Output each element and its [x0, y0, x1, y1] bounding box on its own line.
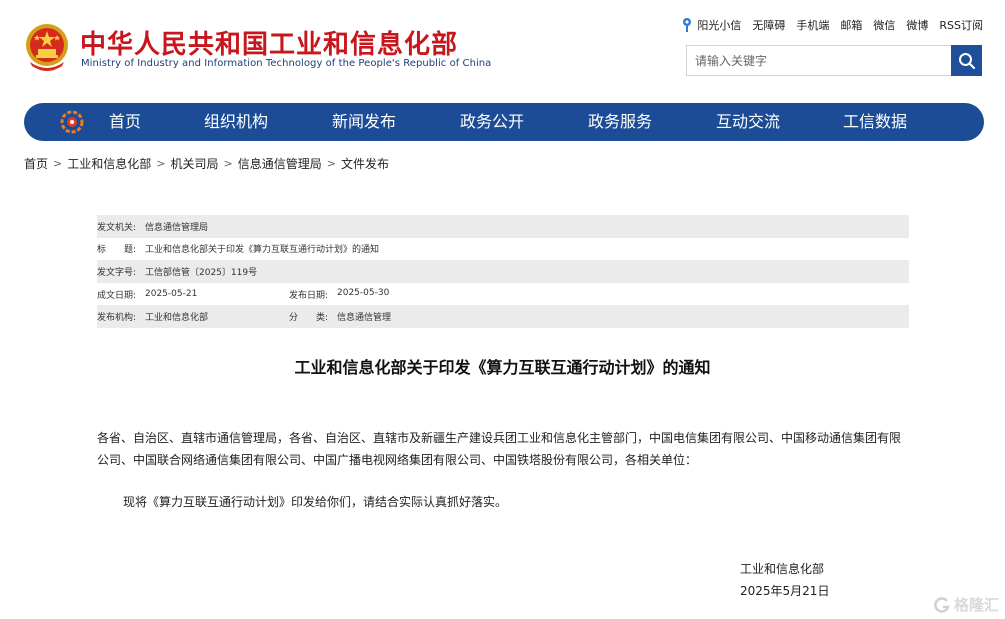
meta-row-issuer: 发文机关: 信息通信管理局: [97, 215, 909, 238]
meta-row-docno: 发文字号: 工信部信管〔2025〕119号: [97, 260, 909, 283]
nav-item-home[interactable]: 首页: [109, 103, 204, 141]
xiaoxin-mascot-icon: [683, 18, 692, 32]
meta-label: 发布日期:: [289, 290, 329, 301]
chevron-right-icon: >: [326, 157, 336, 170]
watermark-text: 格隆汇: [953, 596, 999, 614]
top-link-mobile[interactable]: 手机端: [796, 17, 829, 33]
gelonghui-logo-icon: [934, 596, 950, 613]
article-paragraph: 现将《算力互联互通行动计划》印发给你们，请结合实际认真抓好落实。: [123, 495, 508, 509]
miit-logo-icon[interactable]: [60, 110, 84, 134]
top-link-accessibility[interactable]: 无障碍: [752, 17, 785, 33]
meta-label: 发布机构:: [97, 313, 137, 324]
top-link-mail[interactable]: 邮箱: [840, 17, 862, 33]
top-link-weibo[interactable]: 微博: [906, 17, 928, 33]
chevron-right-icon: >: [156, 157, 166, 170]
main-nav: 首页 组织机构 新闻发布 政务公开 政务服务 互动交流 工信数据: [24, 103, 984, 141]
meta-value: 工业和信息化部关于印发《算力互联互通行动计划》的通知: [145, 245, 380, 256]
article-paragraph: 各省、自治区、直辖市通信管理局，各省、自治区、直辖市及新疆生产建设兵团工业和信息…: [97, 431, 902, 467]
nav-item-organization[interactable]: 组织机构: [204, 103, 332, 141]
nav-item-gov-services[interactable]: 政务服务: [588, 103, 716, 141]
article-signature: 工业和信息化部 2025年5月21日: [740, 558, 829, 602]
article-body: 各省、自治区、直辖市通信管理局，各省、自治区、直辖市及新疆生产建设兵团工业和信息…: [97, 427, 909, 513]
nav-items: 首页 组织机构 新闻发布 政务公开 政务服务 互动交流 工信数据: [109, 103, 933, 141]
nav-item-gov-affairs-open[interactable]: 政务公开: [460, 103, 588, 141]
meta-label: 发文机关:: [97, 222, 137, 233]
top-link-label: 阳光小信: [697, 19, 742, 32]
search-input[interactable]: [687, 46, 951, 75]
meta-label: 成文日期:: [97, 290, 137, 301]
chevron-right-icon: >: [223, 157, 233, 170]
meta-value: 信息通信管理局: [145, 222, 209, 233]
site-title[interactable]: 中华人民共和国工业和信息化部: [80, 24, 458, 61]
site-subtitle: Ministry of Industry and Information Tec…: [81, 58, 492, 69]
breadcrumb-home[interactable]: 首页: [24, 155, 48, 172]
nav-item-data[interactable]: 工信数据: [843, 103, 933, 141]
meta-row-dates: 成文日期: 2025-05-21 发布日期: 2025-05-30: [97, 283, 909, 306]
watermark: 格隆汇: [933, 594, 999, 615]
breadcrumb-miit[interactable]: 工业和信息化部: [67, 155, 151, 172]
breadcrumb-documents[interactable]: 文件发布: [341, 155, 389, 172]
meta-row-title: 标 题: 工业和信息化部关于印发《算力互联互通行动计划》的通知: [97, 238, 909, 261]
search-button[interactable]: [951, 45, 982, 76]
top-links: 阳光小信 无障碍 手机端 邮箱 微信 微博 RSS订阅: [670, 17, 983, 33]
breadcrumb-departments[interactable]: 机关司局: [170, 155, 218, 172]
meta-value: 2025-05-30: [337, 287, 390, 298]
meta-row-org: 发布机构: 工业和信息化部 分 类: 信息通信管理: [97, 305, 909, 328]
search-icon: [958, 52, 975, 69]
chevron-right-icon: >: [53, 157, 63, 170]
meta-value: 信息通信管理: [337, 313, 392, 324]
meta-pubdate: 发布日期: 2025-05-30: [289, 288, 389, 301]
meta-value: 2025-05-21: [145, 289, 198, 300]
nav-item-interaction[interactable]: 互动交流: [716, 103, 843, 141]
signature-date: 2025年5月21日: [740, 584, 830, 598]
meta-value: 工业和信息化部: [145, 313, 209, 324]
top-link-sunshine[interactable]: 阳光小信: [681, 17, 741, 33]
meta-label: 标 题:: [97, 245, 137, 256]
site-header: 中华人民共和国工业和信息化部 Ministry of Industry and …: [0, 0, 1005, 100]
article-title: 工业和信息化部关于印发《算力互联互通行动计划》的通知: [294, 358, 711, 377]
nav-item-news[interactable]: 新闻发布: [332, 103, 460, 141]
top-link-wechat[interactable]: 微信: [873, 17, 895, 33]
top-link-rss[interactable]: RSS订阅: [939, 17, 983, 33]
meta-category: 分 类: 信息通信管理: [289, 310, 391, 323]
document-meta-table: 发文机关: 信息通信管理局 标 题: 工业和信息化部关于印发《算力互联互通行动计…: [97, 215, 909, 328]
meta-label: 发文字号:: [97, 267, 137, 278]
signature-org: 工业和信息化部: [740, 562, 825, 576]
breadcrumb: 首页 > 工业和信息化部 > 机关司局 > 信息通信管理局 > 文件发布: [24, 155, 389, 172]
national-emblem-icon[interactable]: [24, 22, 70, 72]
breadcrumb-ict-bureau[interactable]: 信息通信管理局: [238, 155, 322, 172]
meta-label: 分 类:: [289, 313, 329, 324]
search-box: [686, 45, 982, 76]
meta-value: 工信部信管〔2025〕119号: [145, 267, 258, 278]
